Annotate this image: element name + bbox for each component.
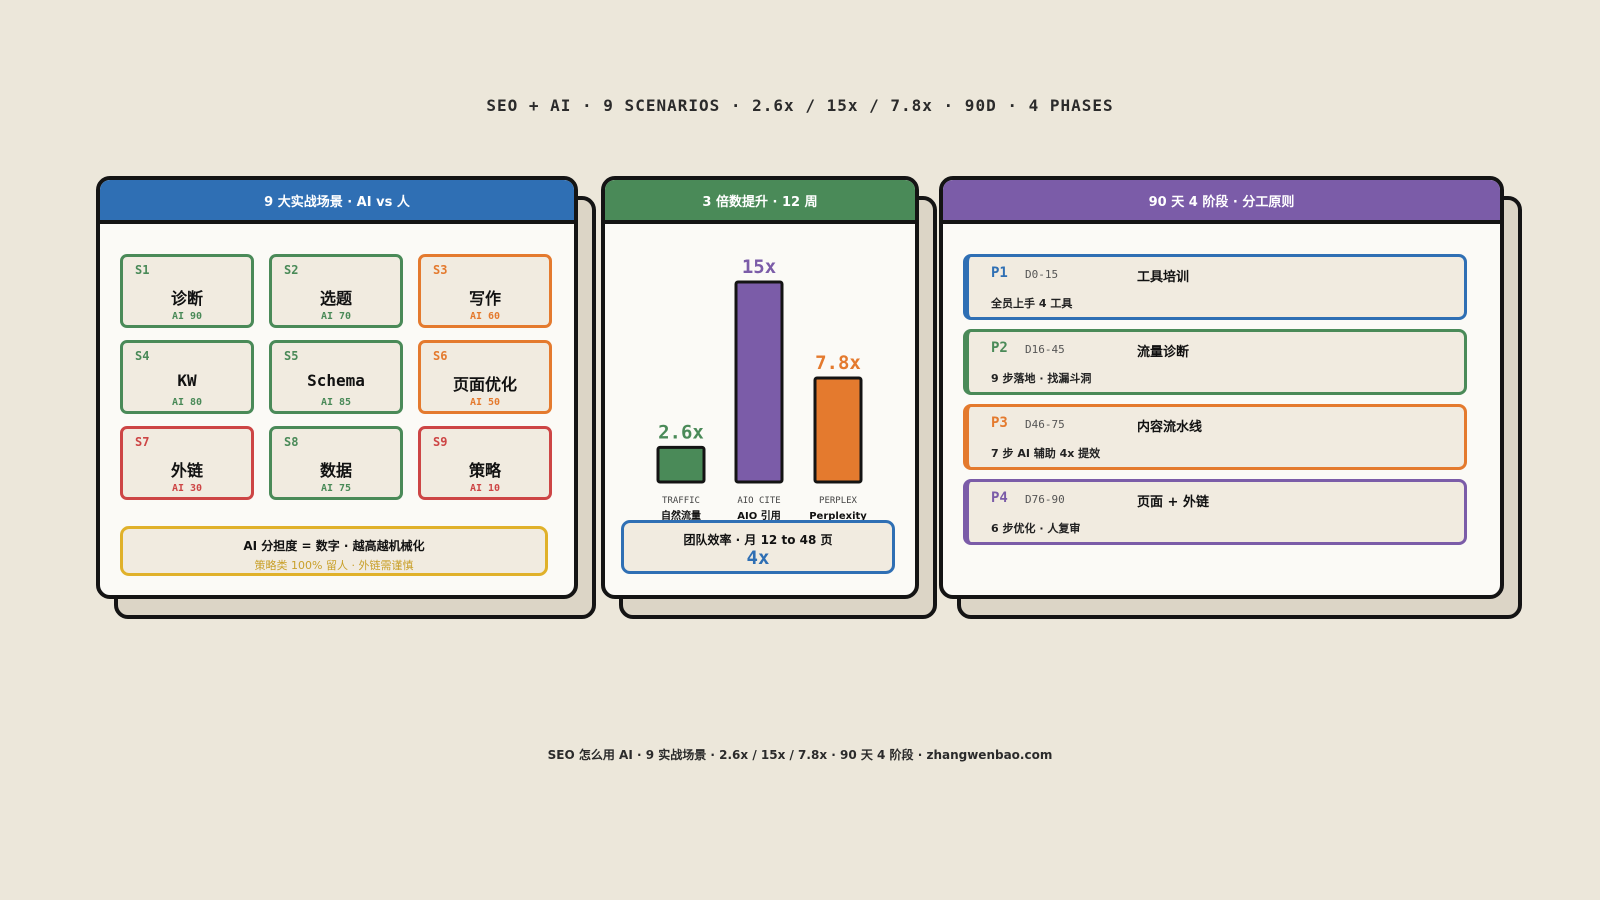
phase-title: 页面 + 外链 [1137, 495, 1209, 510]
bar-aio-cite [734, 280, 784, 484]
growth-panel: 3 倍数提升 · 12 周 2.6x TRAFFIC 自然流量 15x AIO CITE… [601, 176, 937, 619]
growth-panel-title: 3 倍数提升 · 12 周 [605, 180, 915, 224]
scenario-code: S1 [135, 263, 150, 277]
scenario-card: S1 诊断 AI 90 [120, 254, 254, 328]
bar-category-label: PERPLEX [819, 496, 858, 506]
phase-card: P3 D46-75 内容流水线 7 步 AI 辅助 4x 提效 [963, 404, 1467, 470]
phase-days: D16-45 [1025, 343, 1065, 356]
ai-share-note: AI 分担度 = 数字 · 越高越机械化 策略类 100% 留人 · 外链需谨慎 [120, 526, 548, 576]
scenario-card: S8 数据 AI 75 [269, 426, 403, 500]
phase-card: P1 D0-15 工具培训全员上手 4 工具 [963, 254, 1467, 320]
panel-card: 9 大实战场景 · AI vs 人 S1 诊断 AI 90 S2 选题 AI 70 S3 写作… [96, 176, 578, 599]
phase-days: D76-90 [1025, 493, 1065, 506]
phase-title: 内容流水线 [1137, 420, 1203, 435]
scenario-ai-share: AI 70 [320, 311, 352, 322]
scenario-ai-share: AI 10 [469, 483, 501, 494]
panel-card: 3 倍数提升 · 12 周 2.6x TRAFFIC 自然流量 15x AIO CITE… [601, 176, 919, 599]
scenario-name: 选题 [319, 289, 352, 308]
scenarios-panel-title: 9 大实战场景 · AI vs 人 [100, 180, 574, 224]
bar-category-label: TRAFFIC [662, 496, 700, 506]
phase-desc: 全员上手 4 工具 [991, 297, 1073, 310]
scenario-ai-share: AI 90 [171, 311, 203, 322]
phase-desc: 6 步优化 · 人复审 [991, 522, 1081, 535]
bar-value-label: 2.6x [658, 421, 704, 443]
scenario-name: 写作 [468, 289, 501, 308]
phase-days: D46-75 [1025, 418, 1065, 431]
phase-title: 工具培训 [1137, 270, 1190, 285]
phases-panel-title: 90 天 4 阶段 · 分工原则 [943, 180, 1500, 224]
phase-id: P3 [991, 415, 1008, 431]
scenario-code: S9 [433, 435, 448, 449]
phase-desc: 9 步落地 · 找漏斗洞 [991, 372, 1092, 385]
scenario-code: S8 [284, 435, 299, 449]
scenario-card: S4 KW AI 80 [120, 340, 254, 414]
phase-desc: 7 步 AI 辅助 4x 提效 [991, 447, 1101, 460]
bar-traffic [656, 445, 706, 484]
scenario-name: KW [177, 371, 197, 390]
bar-value-label: 15x [742, 256, 776, 278]
page-footer: SEO 怎么用 AI · 9 实战场景 · 2.6x / 15x / 7.8x … [547, 748, 1053, 762]
scenario-name: 外链 [170, 461, 203, 480]
phase-id: P1 [991, 265, 1008, 281]
phases-panel: 90 天 4 阶段 · 分工原则 P1 D0-15 工具培训全员上手 4 工具 P2 D… [939, 176, 1522, 619]
phase-title: 流量诊断 [1137, 345, 1190, 360]
scenario-ai-share: AI 30 [171, 483, 203, 494]
phase-id: P2 [991, 340, 1008, 356]
scenario-code: S5 [284, 349, 299, 363]
scenario-card: S3 写作 AI 60 [418, 254, 552, 328]
scenario-code: S7 [135, 435, 150, 449]
phase-days: D0-15 [1025, 268, 1059, 281]
scenario-card: S9 策略 AI 10 [418, 426, 552, 500]
scenario-code: S6 [433, 349, 448, 363]
scenario-name: 数据 [319, 461, 352, 480]
scenario-name: Schema [307, 371, 365, 390]
scenario-name: 页面优化 [452, 375, 517, 394]
scenario-card: S2 选题 AI 70 [269, 254, 403, 328]
page-headline: SEO + AI · 9 SCENARIOS · 2.6x / 15x / 7.… [486, 96, 1114, 115]
scenario-code: S3 [433, 263, 448, 277]
scenario-ai-share: AI 60 [469, 311, 501, 322]
scenario-code: S4 [135, 349, 150, 363]
scenario-ai-share: AI 80 [171, 397, 203, 408]
panel-card: 90 天 4 阶段 · 分工原则 P1 D0-15 工具培训全员上手 4 工具 P2 D… [939, 176, 1504, 599]
phase-card: P2 D16-45 流量诊断 9 步落地 · 找漏斗洞 [963, 329, 1467, 395]
growth-bar-chart: 2.6xTRAFFIC自然流量15xAIO CITEAIO 引用7.8xPERP… [656, 256, 867, 522]
scenario-name: 策略 [468, 461, 501, 480]
bar-value-label: 7.8x [815, 352, 861, 374]
scenario-code: S2 [284, 263, 299, 277]
scenario-name: 诊断 [170, 289, 203, 308]
scenario-card: S7 外链 AI 30 [120, 426, 254, 500]
team-efficiency-value: 4x [746, 547, 770, 569]
scenario-ai-share: AI 75 [320, 483, 352, 494]
scenario-card: S6 页面优化 AI 50 [418, 340, 552, 414]
team-efficiency-label: 团队效率 · 月 12 to 48 页 [683, 533, 833, 547]
bar-perplex [813, 376, 863, 484]
team-efficiency-box: 团队效率 · 月 12 to 48 页 4x [621, 520, 895, 574]
ai-share-note-line1: AI 分担度 = 数字 · 越高越机械化 [243, 539, 425, 553]
scenario-ai-share: AI 50 [469, 397, 501, 408]
phase-id: P4 [991, 490, 1008, 506]
ai-share-note-line2: 策略类 100% 留人 · 外链需谨慎 [254, 559, 414, 572]
phase-card: P4 D76-90 页面 + 外链 6 步优化 · 人复审 [963, 479, 1467, 545]
scenarios-panel: 9 大实战场景 · AI vs 人 S1 诊断 AI 90 S2 选题 AI 70 S3 写作… [96, 176, 596, 619]
scenario-card: S5 Schema AI 85 [269, 340, 403, 414]
scenario-ai-share: AI 85 [320, 397, 352, 408]
bar-category-label: AIO CITE [737, 496, 780, 506]
